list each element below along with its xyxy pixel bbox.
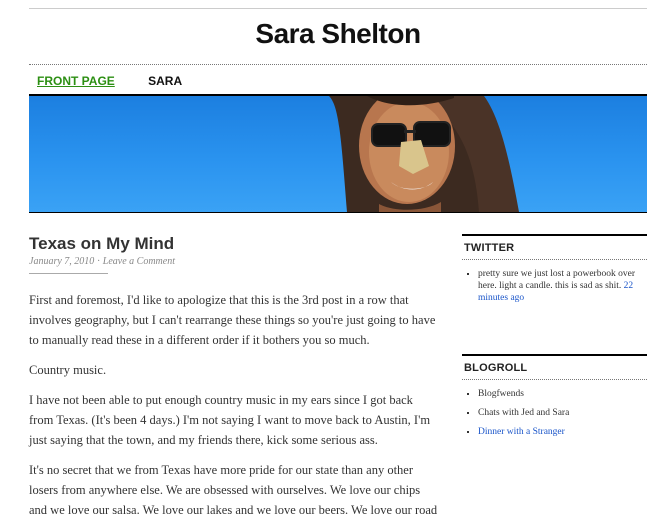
blogroll-list: Blogfwends Chats with Jed and Sara Dinne… [462,388,647,438]
twitter-widget: TWITTER pretty sure we just lost a power… [462,234,647,304]
meta-separator: · [97,256,100,267]
blogroll-link-dinner-with-a-stranger[interactable]: Dinner with a Stranger [478,427,565,437]
header-top-rule [29,8,647,9]
tweet-text: pretty sure we just lost a powerbook ove… [478,269,635,291]
header-banner-photo [29,94,647,213]
post-paragraph: I have not been able to put enough count… [29,393,431,447]
post-meta-rule [29,273,108,274]
nav-item-sara[interactable]: SARA [148,74,182,88]
post-date: January 7, 2010 [29,256,95,267]
blogroll-widget: BLOGROLL Blogfwends Chats with Jed and S… [462,354,647,438]
nav-top-divider [29,64,647,65]
blogroll-item: Dinner with a Stranger [478,426,647,438]
leave-comment-link[interactable]: Leave a Comment [103,256,175,267]
tweet-list: pretty sure we just lost a powerbook ove… [462,268,647,304]
post-content: First and foremost, I'd like to apologiz… [29,290,439,530]
tweet-item: pretty sure we just lost a powerbook ove… [478,268,647,304]
post-meta: January 7, 2010 · Leave a Comment [29,256,175,267]
post-paragraph: It's no secret that we from Texas have m… [29,463,438,517]
blogroll-link-chats-with-jed-and-sara[interactable]: Chats with Jed and Sara [478,408,569,418]
blogroll-widget-title: BLOGROLL [462,356,647,380]
banner-portrait-image [329,96,519,212]
main-nav: FRONT PAGE SARA [37,74,212,88]
blogroll-item: Chats with Jed and Sara [478,407,647,419]
nav-item-front-page[interactable]: FRONT PAGE [37,74,115,88]
post-title[interactable]: Texas on My Mind [29,234,174,254]
site-title[interactable]: Sara Shelton [29,18,647,50]
twitter-widget-title: TWITTER [462,236,647,260]
post-paragraph: First and foremost, I'd like to apologiz… [29,293,436,347]
blogroll-link-blogfwends[interactable]: Blogfwends [478,389,524,399]
blogroll-item: Blogfwends [478,388,647,400]
sidebar: TWITTER pretty sure we just lost a power… [462,234,647,445]
post-paragraph: Country music. [29,363,107,377]
